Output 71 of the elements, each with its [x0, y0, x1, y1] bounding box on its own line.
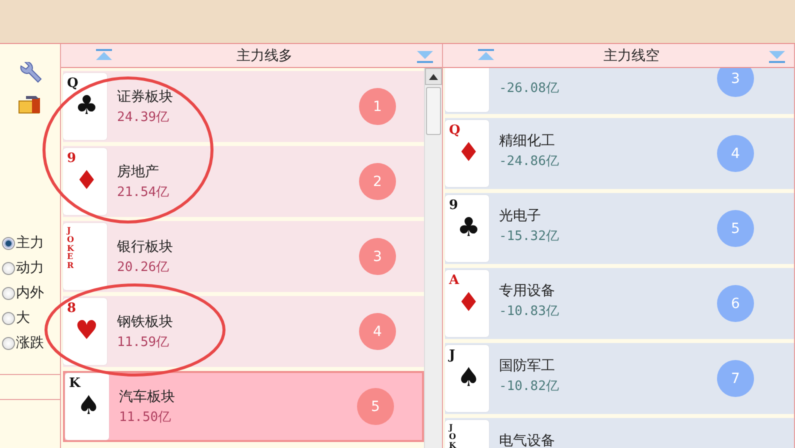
- fund-amount: -10.83亿: [498, 303, 560, 320]
- fund-amount: 11.50亿: [119, 408, 172, 426]
- sector-row[interactable]: JOK 电气设备: [444, 418, 794, 448]
- card-rank: J: [448, 348, 456, 363]
- sector-row[interactable]: A ♦ 专用设备 -10.83亿 6: [444, 268, 794, 339]
- rank-badge: 5: [717, 210, 754, 247]
- sector-name: 专用设备: [498, 282, 556, 300]
- sector-row[interactable]: J ♠ 国防军工 -10.82亿 7: [444, 343, 794, 414]
- sector-name: 钢铁板块: [117, 312, 174, 330]
- sector-row[interactable]: 9 ♣ 光电子 -15.32亿 5: [444, 193, 794, 264]
- fund-amount: 11.59亿: [117, 334, 170, 350]
- card-rank: Q: [67, 76, 78, 91]
- rank-badge: 6: [717, 285, 754, 322]
- toolbox-icon[interactable]: [18, 94, 42, 114]
- sector-row[interactable]: K ♠ 汽车板块 11.50亿 5: [63, 371, 424, 442]
- rank-badge: 5: [356, 388, 394, 425]
- card-suit: ♦: [456, 288, 480, 318]
- fund-amount: -15.32亿: [498, 228, 560, 245]
- panel-title: 主力线多: [236, 46, 292, 64]
- fund-amount: -10.82亿: [498, 378, 560, 395]
- card-rank: 8: [67, 301, 76, 316]
- card-rank: K: [69, 376, 80, 391]
- sector-row[interactable]: -26.08亿 3: [444, 68, 794, 114]
- sector-name: 精细化工: [498, 132, 556, 150]
- card-suit: ♠: [77, 391, 100, 421]
- radio-option[interactable]: 内外: [2, 282, 44, 304]
- sector-name: 汽车板块: [119, 388, 176, 406]
- rank-badge: 2: [358, 163, 396, 200]
- card-rank: 9: [67, 151, 76, 166]
- radio-option[interactable]: 动力: [2, 257, 44, 279]
- radio-option[interactable]: 涨跌: [2, 332, 44, 354]
- card-rank: 9: [448, 198, 458, 213]
- card-suit: ♣: [75, 91, 98, 121]
- radio-option[interactable]: 主力: [2, 232, 44, 254]
- fund-amount: 24.39亿: [117, 108, 170, 126]
- card-suit: ♣: [456, 213, 480, 243]
- card-suit: ♦: [456, 138, 480, 168]
- card-rank: JOK: [448, 423, 457, 448]
- rank-badge: 1: [358, 88, 396, 125]
- fund-amount: -26.08亿: [498, 80, 560, 97]
- sector-row[interactable]: 9 ♦ 房地产 21.54亿 2: [63, 146, 424, 217]
- wrench-icon[interactable]: [18, 62, 42, 84]
- rank-badge: 3: [358, 238, 396, 275]
- sector-name: 国防军工: [498, 357, 556, 375]
- scrollbar[interactable]: [424, 68, 442, 448]
- sector-row[interactable]: 8 ♥ 钢铁板块 11.59亿 4: [63, 296, 424, 367]
- rank-badge: 7: [717, 360, 754, 397]
- sector-name: 银行板块: [117, 238, 174, 256]
- fund-amount: 21.54亿: [117, 184, 170, 200]
- sector-row[interactable]: Q ♦ 精细化工 -24.86亿 4: [444, 118, 794, 189]
- rank-badge: 4: [358, 313, 396, 350]
- card-rank: A: [448, 273, 460, 288]
- card-suit: ♥: [75, 316, 98, 346]
- panel-title: 主力线空: [603, 46, 660, 64]
- radio-option[interactable]: 大: [2, 307, 44, 329]
- sector-row[interactable]: JOKER 银行板块 20.26亿 3: [63, 221, 424, 292]
- fund-amount: -24.86亿: [498, 153, 560, 170]
- scroll-up-icon[interactable]: [428, 74, 438, 80]
- fund-amount: 20.26亿: [117, 258, 170, 276]
- scrollbar-thumb[interactable]: [426, 87, 441, 135]
- sector-name: 房地产: [117, 162, 160, 180]
- card-rank: Q: [448, 123, 460, 138]
- sector-name: 光电子: [498, 207, 542, 225]
- rank-badge: 3: [717, 68, 754, 97]
- sector-name: 证券板块: [117, 88, 174, 106]
- rank-badge: 4: [717, 135, 754, 172]
- card-rank: JOKER: [67, 226, 75, 270]
- sector-row[interactable]: Q ♣ 证券板块 24.39亿 1: [63, 71, 424, 142]
- card-suit: ♦: [75, 166, 98, 196]
- sector-name: 电气设备: [498, 432, 556, 448]
- card-suit: ♠: [456, 363, 480, 393]
